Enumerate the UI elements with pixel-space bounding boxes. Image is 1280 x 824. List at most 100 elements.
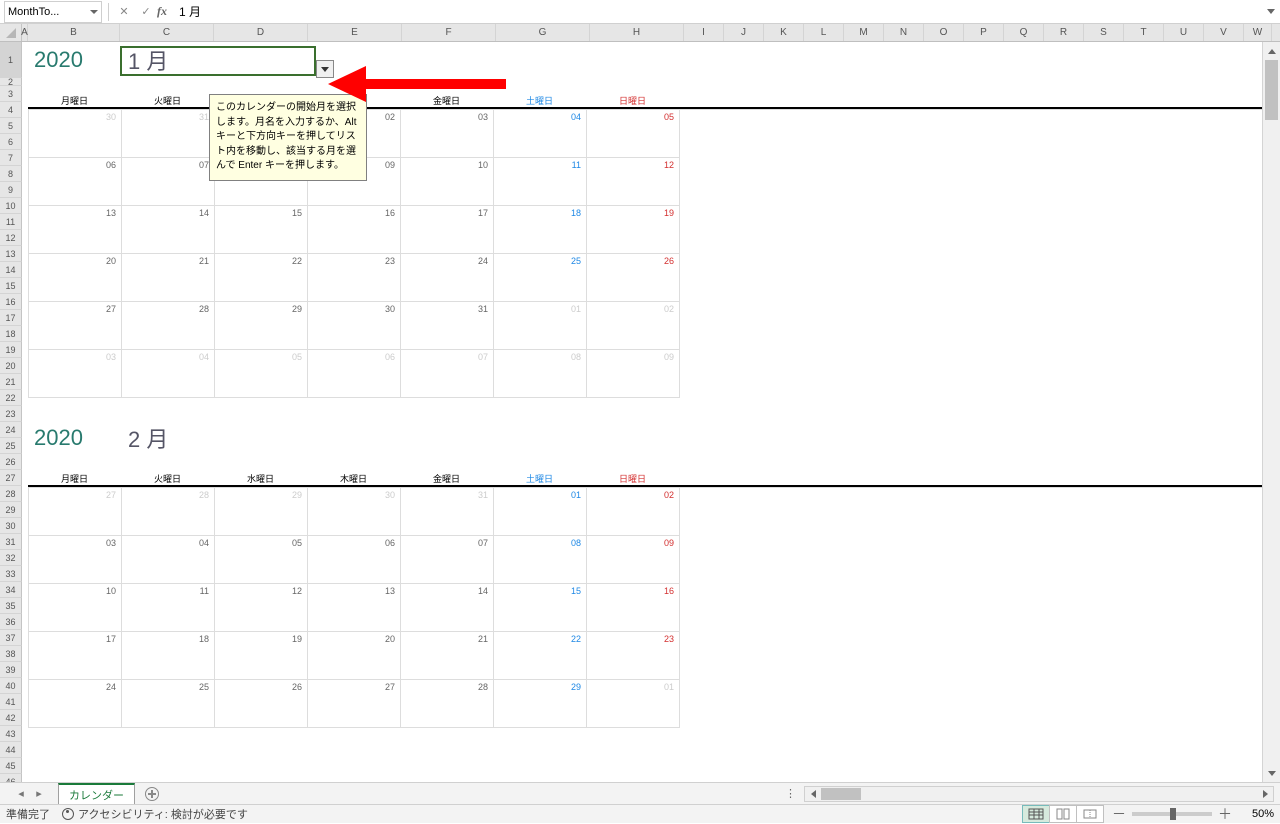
day-cell[interactable]: 29: [215, 488, 308, 536]
column-header[interactable]: B: [28, 24, 120, 41]
column-header[interactable]: D: [214, 24, 308, 41]
scroll-up-button[interactable]: [1263, 42, 1280, 60]
column-header[interactable]: O: [924, 24, 964, 41]
zoom-handle[interactable]: [1170, 808, 1176, 820]
row-header[interactable]: 30: [0, 518, 22, 534]
column-header[interactable]: K: [764, 24, 804, 41]
day-cell[interactable]: 12: [215, 584, 308, 632]
zoom-slider[interactable]: [1132, 812, 1212, 816]
day-cell[interactable]: 14: [122, 206, 215, 254]
day-cell[interactable]: 19: [587, 206, 680, 254]
tab-next-button[interactable]: ▸: [32, 787, 46, 801]
day-cell[interactable]: 31: [401, 302, 494, 350]
column-header[interactable]: W: [1244, 24, 1272, 41]
day-cell[interactable]: 20: [308, 632, 401, 680]
day-cell[interactable]: 29: [215, 302, 308, 350]
day-cell[interactable]: 01: [587, 680, 680, 728]
day-cell[interactable]: 07: [401, 536, 494, 584]
day-cell[interactable]: 08: [494, 350, 587, 398]
day-cell[interactable]: 28: [122, 488, 215, 536]
row-header[interactable]: 31: [0, 534, 22, 550]
horizontal-scrollbar[interactable]: [804, 786, 1274, 802]
sheet-tab[interactable]: カレンダー: [58, 783, 135, 805]
day-cell[interactable]: 15: [215, 206, 308, 254]
row-header[interactable]: 15: [0, 278, 22, 294]
day-cell[interactable]: 24: [401, 254, 494, 302]
row-header[interactable]: 17: [0, 310, 22, 326]
row-header[interactable]: 7: [0, 150, 22, 166]
column-header[interactable]: L: [804, 24, 844, 41]
day-cell[interactable]: 02: [587, 302, 680, 350]
row-header[interactable]: 11: [0, 214, 22, 230]
day-cell[interactable]: 15: [494, 584, 587, 632]
zoom-out-button[interactable]: －: [1112, 804, 1126, 824]
row-header[interactable]: 44: [0, 742, 22, 758]
day-cell[interactable]: 03: [401, 110, 494, 158]
zoom-level[interactable]: 50%: [1238, 808, 1274, 820]
day-cell[interactable]: 05: [587, 110, 680, 158]
day-cell[interactable]: 03: [29, 536, 122, 584]
row-header[interactable]: 19: [0, 342, 22, 358]
day-cell[interactable]: 07: [122, 158, 215, 206]
day-cell[interactable]: 26: [215, 680, 308, 728]
column-header[interactable]: I: [684, 24, 724, 41]
day-cell[interactable]: 05: [215, 536, 308, 584]
view-normal-button[interactable]: [1022, 805, 1050, 823]
scroll-left-button[interactable]: [805, 790, 821, 798]
day-cell[interactable]: 03: [29, 350, 122, 398]
row-header[interactable]: 25: [0, 438, 22, 454]
active-cell-outline[interactable]: [120, 46, 316, 76]
column-header[interactable]: H: [590, 24, 684, 41]
day-cell[interactable]: 09: [587, 350, 680, 398]
day-cell[interactable]: 23: [308, 254, 401, 302]
expand-formula-bar[interactable]: [1262, 9, 1280, 14]
day-cell[interactable]: 30: [308, 302, 401, 350]
day-cell[interactable]: 21: [122, 254, 215, 302]
tab-prev-button[interactable]: ◂: [14, 787, 28, 801]
row-header[interactable]: 39: [0, 662, 22, 678]
day-cell[interactable]: 13: [29, 206, 122, 254]
day-cell[interactable]: 17: [29, 632, 122, 680]
column-header[interactable]: U: [1164, 24, 1204, 41]
day-cell[interactable]: 21: [401, 632, 494, 680]
day-cell[interactable]: 24: [29, 680, 122, 728]
row-header[interactable]: 26: [0, 454, 22, 470]
day-cell[interactable]: 20: [29, 254, 122, 302]
column-header[interactable]: Q: [1004, 24, 1044, 41]
day-cell[interactable]: 06: [308, 350, 401, 398]
row-header[interactable]: 40: [0, 678, 22, 694]
column-header[interactable]: S: [1084, 24, 1124, 41]
day-cell[interactable]: 04: [122, 350, 215, 398]
day-cell[interactable]: 27: [308, 680, 401, 728]
row-header[interactable]: 34: [0, 582, 22, 598]
column-header[interactable]: P: [964, 24, 1004, 41]
day-cell[interactable]: 06: [308, 536, 401, 584]
row-header[interactable]: 1: [0, 42, 22, 78]
day-cell[interactable]: 04: [494, 110, 587, 158]
day-cell[interactable]: 09: [587, 536, 680, 584]
row-header[interactable]: 43: [0, 726, 22, 742]
column-header[interactable]: E: [308, 24, 402, 41]
day-cell[interactable]: 28: [401, 680, 494, 728]
day-cell[interactable]: 19: [215, 632, 308, 680]
row-header[interactable]: 9: [0, 182, 22, 198]
column-header[interactable]: M: [844, 24, 884, 41]
zoom-in-button[interactable]: ＋: [1218, 804, 1232, 824]
row-header[interactable]: 20: [0, 358, 22, 374]
day-cell[interactable]: 26: [587, 254, 680, 302]
row-header[interactable]: 21: [0, 374, 22, 390]
row-header[interactable]: 23: [0, 406, 22, 422]
scroll-thumb[interactable]: [1265, 60, 1278, 120]
row-header[interactable]: 8: [0, 166, 22, 182]
day-cell[interactable]: 30: [308, 488, 401, 536]
day-cell[interactable]: 25: [122, 680, 215, 728]
row-header[interactable]: 18: [0, 326, 22, 342]
day-cell[interactable]: 12: [587, 158, 680, 206]
column-header[interactable]: R: [1044, 24, 1084, 41]
row-header[interactable]: 35: [0, 598, 22, 614]
day-cell[interactable]: 07: [401, 350, 494, 398]
row-header[interactable]: 45: [0, 758, 22, 774]
day-cell[interactable]: 31: [122, 110, 215, 158]
day-cell[interactable]: 01: [494, 302, 587, 350]
row-header[interactable]: 6: [0, 134, 22, 150]
